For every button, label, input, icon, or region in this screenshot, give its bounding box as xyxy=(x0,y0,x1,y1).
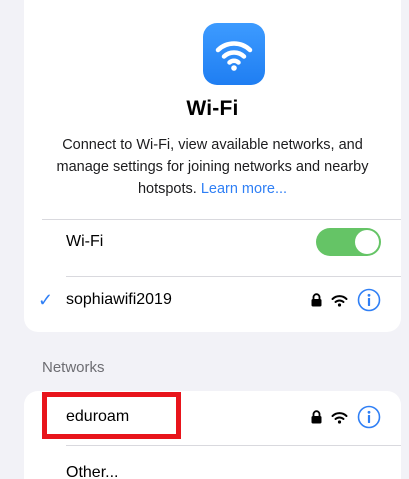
wifi-app-icon xyxy=(203,23,265,85)
wifi-icon xyxy=(215,41,253,71)
network-status-icons xyxy=(311,405,381,429)
page-title: Wi-Fi xyxy=(186,97,239,120)
checkmark-icon: ✓ xyxy=(38,289,54,310)
learn-more-link[interactable]: Learn more... xyxy=(201,181,287,197)
network-status-icons xyxy=(311,288,381,312)
lock-icon xyxy=(311,410,322,424)
networks-section-header: Networks xyxy=(42,359,105,376)
connected-network-name: sophiawifi2019 xyxy=(66,291,172,308)
wifi-toggle-row: Wi-Fi xyxy=(24,220,401,264)
wifi-signal-icon xyxy=(331,294,348,307)
wifi-description: Connect to Wi-Fi, view available network… xyxy=(42,134,383,200)
connected-network-row[interactable]: ✓ sophiawifi2019 xyxy=(24,278,401,322)
other-network-label: Other... xyxy=(66,464,119,479)
separator xyxy=(66,276,401,277)
toggle-knob xyxy=(355,230,379,254)
info-icon[interactable] xyxy=(357,288,381,312)
lock-icon xyxy=(311,293,322,307)
wifi-settings-card: Wi-Fi Connect to Wi-Fi, view available n… xyxy=(24,0,401,332)
wifi-signal-icon xyxy=(331,411,348,424)
separator xyxy=(66,445,401,446)
info-icon[interactable] xyxy=(357,405,381,429)
network-row-other[interactable]: Other... xyxy=(24,451,401,479)
wifi-toggle-switch[interactable] xyxy=(316,228,381,256)
highlight-annotation-box xyxy=(42,392,181,439)
wifi-toggle-label: Wi-Fi xyxy=(66,233,104,250)
